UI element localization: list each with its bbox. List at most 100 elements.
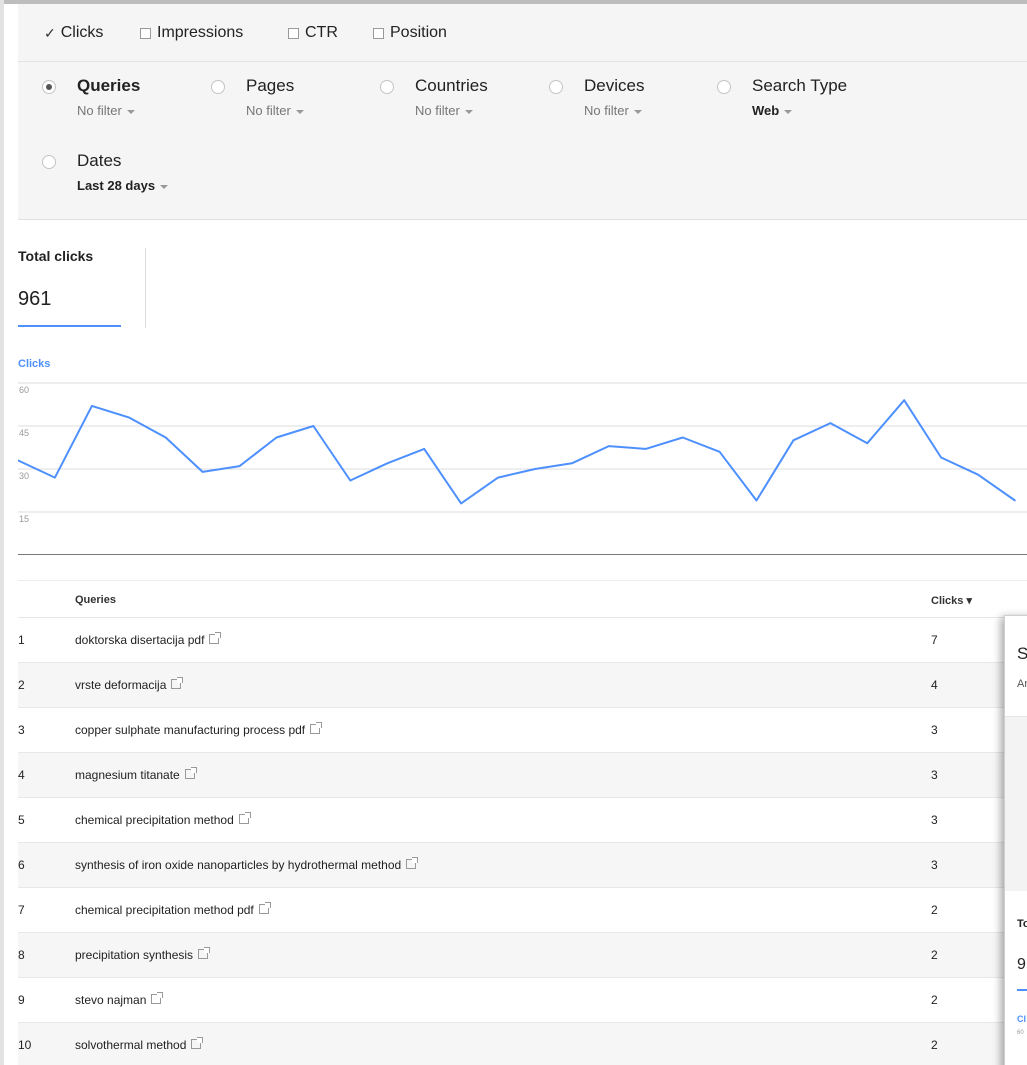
- data-point[interactable]: [497, 476, 499, 479]
- radio-selected-icon[interactable]: [42, 80, 56, 94]
- query-text[interactable]: synthesis of iron oxide nanoparticles by…: [75, 858, 401, 872]
- data-point[interactable]: [829, 422, 832, 424]
- row-clicks: 7: [931, 633, 938, 647]
- series-line-clicks[interactable]: [18, 399, 1016, 505]
- data-point[interactable]: [681, 436, 684, 439]
- external-link-icon[interactable]: [184, 767, 197, 779]
- table-row[interactable]: 2 vrste deformacija 4: [18, 663, 1027, 708]
- data-point[interactable]: [940, 456, 942, 459]
- external-link-icon[interactable]: [191, 1037, 204, 1049]
- row-query[interactable]: synthesis of iron oxide nanoparticles by…: [75, 857, 419, 872]
- caret-down-icon: [295, 109, 304, 114]
- radio-icon[interactable]: [380, 80, 394, 94]
- data-point[interactable]: [460, 502, 462, 505]
- radio-icon[interactable]: [549, 80, 563, 94]
- row-query[interactable]: copper sulphate manufacturing process pd…: [75, 722, 323, 737]
- data-point[interactable]: [164, 436, 167, 439]
- clicks-line-chart[interactable]: 60 45 30 15: [18, 378, 1027, 533]
- table-row[interactable]: 1 doktorska disertacija pdf 7: [18, 618, 1027, 663]
- row-clicks: 3: [931, 768, 938, 782]
- data-point[interactable]: [644, 448, 647, 450]
- data-point[interactable]: [423, 448, 426, 450]
- external-link-icon[interactable]: [238, 812, 251, 824]
- query-text[interactable]: stevo najman: [75, 993, 146, 1007]
- metric-ctr-toggle[interactable]: CTR: [288, 24, 338, 42]
- table-row[interactable]: 8 precipitation synthesis 2: [18, 933, 1027, 978]
- data-point[interactable]: [275, 436, 278, 439]
- query-text[interactable]: copper sulphate manufacturing process pd…: [75, 723, 305, 737]
- radio-icon[interactable]: [717, 80, 731, 94]
- query-text[interactable]: vrste deformacija: [75, 678, 166, 692]
- column-header-queries[interactable]: Queries: [75, 594, 116, 606]
- row-query[interactable]: chemical precipitation method pdf: [75, 902, 271, 917]
- metric-clicks-toggle[interactable]: ✓ Clicks: [44, 24, 103, 42]
- data-point[interactable]: [54, 476, 56, 479]
- overlay-selected-indicator: [1017, 989, 1027, 991]
- dimension-countries-label: Countries: [415, 76, 488, 95]
- data-point[interactable]: [238, 465, 241, 467]
- radio-icon[interactable]: [42, 155, 56, 169]
- total-clicks-card[interactable]: Total clicks 961: [18, 248, 93, 310]
- table-row[interactable]: 9 stevo najman 2: [18, 978, 1027, 1023]
- data-point[interactable]: [534, 468, 536, 470]
- metric-impressions-label: Impressions: [157, 24, 244, 41]
- stacked-report-window-edge[interactable]: S Ar To 9 Cl 60: [1004, 615, 1027, 1065]
- overlay-total-value-fragment: 9: [1017, 956, 1026, 973]
- query-text[interactable]: precipitation synthesis: [75, 948, 193, 962]
- row-query[interactable]: magnesium titanate: [75, 767, 197, 782]
- data-point[interactable]: [386, 462, 389, 465]
- table-row[interactable]: 4 magnesium titanate 3: [18, 753, 1027, 798]
- row-query[interactable]: stevo najman: [75, 992, 164, 1007]
- table-row[interactable]: 3 copper sulphate manufacturing process p…: [18, 708, 1027, 753]
- data-point[interactable]: [201, 471, 204, 473]
- dimension-devices-filter[interactable]: No filter: [584, 103, 642, 118]
- dimension-search-type-filter[interactable]: Web: [752, 103, 793, 118]
- data-point[interactable]: [792, 439, 795, 442]
- column-header-clicks-sorted[interactable]: Clicks ▾: [931, 594, 972, 607]
- dimension-queries-filter[interactable]: No filter: [77, 103, 135, 118]
- data-point[interactable]: [608, 445, 610, 447]
- data-point[interactable]: [312, 425, 315, 427]
- metric-ctr-label: CTR: [305, 24, 338, 41]
- metric-position-toggle[interactable]: Position: [373, 24, 447, 42]
- external-link-icon[interactable]: [406, 857, 419, 869]
- overlay-axis-tick-fragment: 60: [1017, 1030, 1024, 1036]
- table-row[interactable]: 5 chemical precipitation method 3: [18, 798, 1027, 843]
- row-query[interactable]: doktorska disertacija pdf: [75, 632, 222, 647]
- data-point[interactable]: [349, 479, 352, 482]
- query-text[interactable]: magnesium titanate: [75, 768, 180, 782]
- external-link-icon[interactable]: [151, 992, 164, 1004]
- row-query[interactable]: precipitation synthesis: [75, 947, 211, 962]
- dimension-pages-label: Pages: [246, 76, 295, 95]
- data-point[interactable]: [977, 473, 979, 476]
- data-point[interactable]: [128, 416, 130, 419]
- data-point[interactable]: [91, 405, 93, 407]
- external-link-icon[interactable]: [209, 632, 222, 644]
- query-text[interactable]: chemical precipitation method: [75, 813, 234, 827]
- external-link-icon[interactable]: [258, 902, 271, 914]
- table-row[interactable]: 10 solvothermal method 2: [18, 1023, 1027, 1065]
- data-point[interactable]: [718, 451, 721, 453]
- table-row[interactable]: 7 chemical precipitation method pdf 2: [18, 888, 1027, 933]
- row-query[interactable]: solvothermal method: [75, 1037, 204, 1052]
- dimension-pages-filter[interactable]: No filter: [246, 103, 304, 118]
- external-link-icon[interactable]: [198, 947, 211, 959]
- metric-impressions-toggle[interactable]: Impressions: [140, 24, 243, 42]
- data-point[interactable]: [903, 399, 905, 401]
- query-text[interactable]: solvothermal method: [75, 1038, 186, 1052]
- row-query[interactable]: chemical precipitation method: [75, 812, 251, 827]
- external-link-icon[interactable]: [310, 722, 323, 734]
- dimension-dates-filter[interactable]: Last 28 days: [77, 178, 169, 193]
- metric-clicks-label: Clicks: [60, 24, 104, 41]
- data-point[interactable]: [1014, 499, 1016, 502]
- row-query[interactable]: vrste deformacija: [75, 677, 184, 692]
- query-text[interactable]: doktorska disertacija pdf: [75, 633, 204, 647]
- data-point[interactable]: [866, 442, 869, 444]
- data-point[interactable]: [571, 462, 573, 465]
- data-point[interactable]: [755, 499, 758, 502]
- radio-icon[interactable]: [211, 80, 225, 94]
- dimension-countries-filter[interactable]: No filter: [415, 103, 473, 118]
- external-link-icon[interactable]: [171, 677, 184, 689]
- table-row[interactable]: 6 synthesis of iron oxide nanoparticles b…: [18, 843, 1027, 888]
- query-text[interactable]: chemical precipitation method pdf: [75, 903, 254, 917]
